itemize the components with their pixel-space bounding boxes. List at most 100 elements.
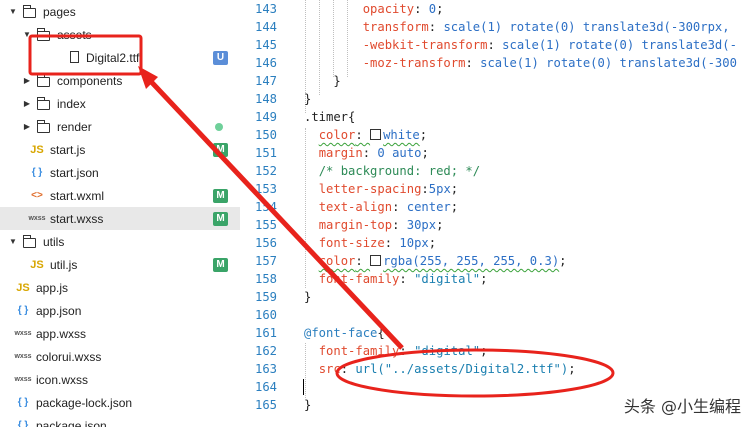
code-token: }: [304, 92, 312, 106]
folder-row-assets[interactable]: ▼ assets: [0, 23, 240, 46]
folder-row-index[interactable]: ▶ index: [0, 92, 240, 115]
line-number: 150: [254, 128, 277, 142]
code-line[interactable]: 163 src: url("../assets/Digital2.ttf");: [240, 360, 753, 378]
folder-row-utils[interactable]: ▼ utils: [0, 230, 240, 253]
code-token: 0: [428, 2, 437, 16]
code-line[interactable]: 155 margin-top: 30px;: [240, 216, 753, 234]
tree-item-label: app.json: [36, 303, 82, 318]
code-token: ;: [436, 2, 444, 16]
chevron-right-icon[interactable]: ▶: [22, 122, 32, 131]
code-token: :: [340, 362, 356, 376]
file-row-util-js[interactable]: JS util.js M: [0, 253, 240, 276]
code-line[interactable]: 157 color: rgba(255, 255, 255, 0.3);: [240, 252, 753, 270]
line-number: 144: [254, 20, 277, 34]
code-line[interactable]: 144 transform: scale(1) rotate(0) transl…: [240, 18, 753, 36]
code-token: scale(1) rotate(0) translate3d(-300: [480, 56, 737, 70]
code-token: 5px: [428, 182, 451, 196]
code-line[interactable]: 153 letter-spacing:5px;: [240, 180, 753, 198]
git-status-badge: M: [213, 188, 228, 203]
code-line[interactable]: 158 font-family: "digital";: [240, 270, 753, 288]
file-row-icon-wxss[interactable]: wxss icon.wxss: [0, 368, 240, 391]
code-line[interactable]: 146 -moz-transform: scale(1) rotate(0) t…: [240, 54, 753, 72]
tree-item-label: Digital2.ttf: [86, 50, 140, 65]
code-line[interactable]: 156 font-size: 10px;: [240, 234, 753, 252]
code-token: ;: [419, 128, 428, 142]
json-file-icon: { }: [17, 420, 29, 427]
code-token: ;: [421, 146, 429, 160]
wxss-file-icon: wxss: [28, 215, 46, 222]
code-token: margin-top: [318, 218, 393, 232]
code-token: ;: [450, 200, 459, 214]
file-row-app-json[interactable]: { } app.json: [0, 299, 240, 322]
folder-row-render[interactable]: ▶ render: [0, 115, 240, 138]
code-token: }: [304, 290, 312, 304]
code-line[interactable]: 143 opacity: 0;: [240, 0, 753, 18]
chevron-down-icon[interactable]: ▼: [8, 237, 18, 246]
file-row-start-wxss[interactable]: wxss start.wxss M: [0, 207, 240, 230]
modified-dot-icon: [215, 122, 223, 131]
code-token: letter-spacing: [318, 182, 422, 196]
code-text: }: [304, 288, 311, 306]
code-line[interactable]: 161 @font-face{: [240, 324, 753, 342]
chevron-down-icon[interactable]: ▼: [22, 30, 32, 39]
color-swatch-icon[interactable]: [370, 255, 382, 266]
file-row-app-js[interactable]: JS app.js: [0, 276, 240, 299]
file-row-start-json[interactable]: { } start.json: [0, 161, 240, 184]
code-line[interactable]: 162 font-family: "digital";: [240, 342, 753, 360]
js-file-icon: JS: [30, 143, 44, 156]
file-row-package-lock-json[interactable]: { } package-lock.json: [0, 391, 240, 414]
code-editor[interactable]: 143 opacity: 0; 144 transform: scale(1) r…: [240, 0, 753, 427]
file-row-start-js[interactable]: JS start.js M: [0, 138, 240, 161]
folder-row-pages[interactable]: ▼ pages: [0, 0, 240, 23]
color-swatch-icon[interactable]: [370, 129, 382, 140]
file-row-package-json[interactable]: { } package.json: [0, 414, 240, 427]
code-token: "digital": [414, 272, 481, 286]
code-token: 0 auto: [377, 146, 422, 160]
code-token: opacity: [362, 2, 415, 16]
chevron-right-icon[interactable]: ▶: [22, 76, 32, 85]
file-row-Digital2-ttf[interactable]: Digital2.ttf U: [0, 46, 240, 69]
folder-icon: [37, 120, 50, 133]
folder-icon: [23, 5, 36, 18]
folder-icon: [37, 28, 50, 41]
code-line[interactable]: 152 /* background: red; */: [240, 162, 753, 180]
code-line[interactable]: 148}: [240, 90, 753, 108]
git-status-badge: M: [213, 257, 228, 272]
code-line[interactable]: 149 .timer{: [240, 108, 753, 126]
code-line[interactable]: 151 margin: 0 auto;: [240, 144, 753, 162]
code-line[interactable]: 150 color: white;: [240, 126, 753, 144]
code-token: :: [414, 2, 429, 16]
chevron-right-icon[interactable]: ▶: [22, 99, 32, 108]
code-token: :: [487, 38, 503, 52]
code-line[interactable]: 145 -webkit-transform: scale(1) rotate(0…: [240, 36, 753, 54]
code-line[interactable]: 147 }: [240, 72, 753, 90]
code-token: rgba(255, 255, 255, 0.3): [383, 254, 560, 268]
file-row-start-wxml[interactable]: <> start.wxml M: [0, 184, 240, 207]
code-line[interactable]: 160: [240, 306, 753, 324]
tree-item-label: utils: [43, 234, 65, 249]
code-token: ;: [480, 344, 488, 358]
code-line[interactable]: 154 text-align: center;: [240, 198, 753, 216]
line-number: 164: [254, 380, 277, 394]
line-number: 163: [254, 362, 277, 376]
code-token: "digital": [414, 344, 481, 358]
code-text: }: [304, 396, 311, 414]
tree-item-label: start.json: [50, 165, 99, 180]
git-status-badge: M: [213, 142, 228, 157]
file-row-colorui-wxss[interactable]: wxss colorui.wxss: [0, 345, 240, 368]
tree-item-label: app.wxss: [36, 326, 87, 341]
code-token: white: [383, 128, 420, 142]
code-line[interactable]: 159}: [240, 288, 753, 306]
file-row-app-wxss[interactable]: wxss app.wxss: [0, 322, 240, 345]
code-text: text-align: center;: [304, 198, 458, 216]
chevron-down-icon[interactable]: ▼: [8, 7, 18, 16]
code-text: letter-spacing:5px;: [304, 180, 458, 198]
folder-row-components[interactable]: ▶ components: [0, 69, 240, 92]
line-number: 165: [254, 398, 277, 412]
